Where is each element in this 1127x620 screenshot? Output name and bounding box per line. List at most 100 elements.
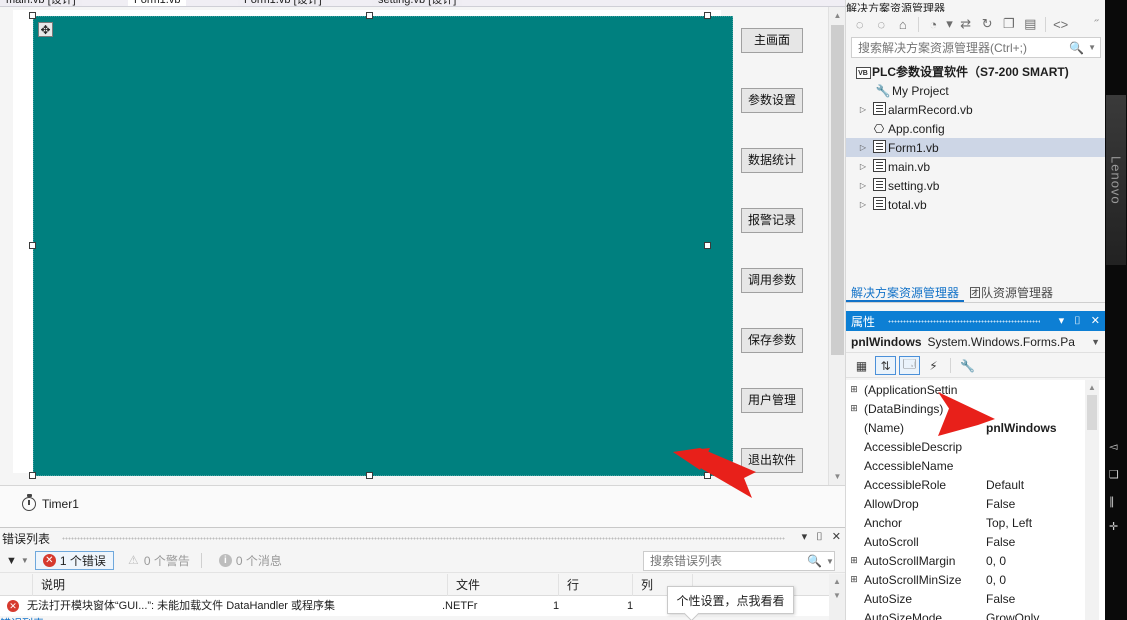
tree-node-setting[interactable]: ▷ setting.vb xyxy=(846,176,1106,195)
editor-tab-3[interactable]: setting.vb [设计] xyxy=(372,0,463,6)
chevron-down-icon[interactable]: ▼ xyxy=(826,557,834,566)
form-button-call-params[interactable]: 调用参数 xyxy=(741,268,803,293)
chevron-down-icon[interactable]: ▾ xyxy=(802,530,808,544)
forward-icon[interactable]: ◌ xyxy=(872,14,892,34)
severity-messages[interactable]: i 0 个消息 xyxy=(212,551,289,570)
tray-item-timer1[interactable]: Timer1 xyxy=(22,494,79,511)
move-handle-icon[interactable]: ✥ xyxy=(38,22,53,37)
form-button-main-screen[interactable]: 主画面 xyxy=(741,28,803,53)
properties-scrollbar[interactable]: ▲ xyxy=(1085,380,1099,620)
expander-icon[interactable]: ⊞ xyxy=(846,384,862,395)
severity-errors[interactable]: ✕ 1 个错误 xyxy=(34,551,114,570)
property-row[interactable]: ⊞ (ApplicationSettin xyxy=(846,380,1106,399)
error-list-col-description[interactable]: 说明 xyxy=(33,573,448,596)
tab-solution-explorer[interactable]: 解决方案资源管理器 xyxy=(846,284,965,302)
overflow-icon[interactable]: ˝ xyxy=(1086,14,1106,34)
error-list-col-icon[interactable] xyxy=(0,573,33,596)
selection-handle-mid-left[interactable] xyxy=(29,242,36,249)
show-all-files-icon[interactable]: <> xyxy=(1051,14,1071,34)
form-button-save-params[interactable]: 保存参数 xyxy=(741,328,803,353)
sync-icon[interactable]: ⇄ xyxy=(956,14,976,34)
search-icon[interactable]: 🔍 xyxy=(1069,41,1084,55)
solution-explorer-search-input[interactable] xyxy=(856,39,1070,56)
selection-handle-bottom-right[interactable] xyxy=(704,472,711,479)
designer-vertical-scrollbar[interactable]: ▲ ▼ xyxy=(828,7,845,485)
error-list-col-file[interactable]: 文件 xyxy=(448,573,559,596)
expander-icon[interactable]: ▷ xyxy=(856,143,870,152)
property-row[interactable]: AutoSizeMode GrowOnly xyxy=(846,608,1106,620)
collapse-all-icon[interactable]: ❐ xyxy=(999,14,1019,34)
property-row[interactable]: AccessibleName xyxy=(846,456,1106,475)
scrollbar-thumb[interactable] xyxy=(831,25,844,355)
selection-handle-mid-right[interactable] xyxy=(704,242,711,249)
selection-handle-bottom-center[interactable] xyxy=(366,472,373,479)
property-row[interactable]: Anchor Top, Left xyxy=(846,513,1106,532)
chevron-down-icon[interactable]: ▾ xyxy=(945,14,954,34)
form-button-user-manage[interactable]: 用户管理 xyxy=(741,388,803,413)
tree-node-main[interactable]: ▷ main.vb xyxy=(846,157,1106,176)
search-icon[interactable]: 🔍 xyxy=(807,554,822,568)
form-button-data-stats[interactable]: 数据统计 xyxy=(741,148,803,173)
pin-icon[interactable]: ⌷ xyxy=(1074,314,1081,328)
property-row-name[interactable]: (Name) pnlWindows xyxy=(846,418,1106,437)
scroll-up-icon[interactable]: ▲ xyxy=(829,574,845,588)
form-button-alarm-record[interactable]: 报警记录 xyxy=(741,208,803,233)
scroll-down-icon[interactable]: ▼ xyxy=(829,588,845,602)
property-row[interactable]: AutoScroll False xyxy=(846,532,1106,551)
property-row[interactable]: AllowDrop False xyxy=(846,494,1106,513)
form-designer-surface[interactable]: ✥ 主画面 参数设置 数据统计 报警记录 调用参数 保存参数 用户管理 退出软件 xyxy=(0,7,845,485)
solution-explorer-tree[interactable]: VB PLC参数设置软件（S7-200 SMART) 🔧 My Project … xyxy=(846,62,1106,282)
editor-tab-0[interactable]: main.vb [设计] xyxy=(0,0,82,6)
tree-node-appconfig[interactable]: ⎔ App.config xyxy=(846,119,1106,138)
property-row[interactable]: ⊞ AutoScrollMargin 0, 0 xyxy=(846,551,1106,570)
chevron-down-icon[interactable]: ▼ xyxy=(1091,337,1100,347)
error-list-search[interactable]: 🔍 ▼ xyxy=(643,551,835,571)
expander-icon[interactable]: ▷ xyxy=(856,181,870,190)
close-icon[interactable]: ✕ xyxy=(1091,314,1100,328)
categorized-icon[interactable]: ▦ xyxy=(851,356,872,375)
properties-icon[interactable]: 🗔 xyxy=(899,356,920,375)
expander-icon[interactable]: ⊞ xyxy=(846,574,862,585)
events-icon[interactable]: ⚡ xyxy=(923,356,944,375)
form-canvas[interactable]: ✥ 主画面 参数设置 数据统计 报警记录 调用参数 保存参数 用户管理 退出软件 xyxy=(13,10,803,479)
editor-tab-2[interactable]: Form1.vb [设计] xyxy=(238,0,328,6)
properties-object-selector[interactable]: pnlWindows System.Windows.Forms.Pa ▼ xyxy=(846,331,1106,353)
scroll-up-icon[interactable]: ▲ xyxy=(1085,380,1099,394)
property-row[interactable]: ⊞ (DataBindings) xyxy=(846,399,1106,418)
expander-icon[interactable]: ▷ xyxy=(856,162,870,171)
tree-node-my-project[interactable]: 🔧 My Project xyxy=(846,81,1106,100)
form-button-exit[interactable]: 退出软件 xyxy=(741,448,803,473)
expander-icon[interactable]: ⊞ xyxy=(846,555,862,566)
property-row[interactable]: ⊞ AutoScrollMinSize 0, 0 xyxy=(846,570,1106,589)
panel-pnlwindows[interactable] xyxy=(33,16,733,476)
close-icon[interactable]: ✕ xyxy=(832,530,841,544)
back-icon[interactable]: ◌ xyxy=(850,14,870,34)
error-list-scrollbar[interactable]: ▲ ▼ xyxy=(829,574,845,620)
scroll-up-icon[interactable]: ▲ xyxy=(829,7,846,24)
tree-node-alarmrecord[interactable]: ▷ alarmRecord.vb xyxy=(846,100,1106,119)
selection-handle-top-left[interactable] xyxy=(29,12,36,19)
property-row[interactable]: AccessibleDescrip xyxy=(846,437,1106,456)
properties-icon[interactable]: ▤ xyxy=(1020,14,1040,34)
home-icon[interactable]: ⌂ xyxy=(893,14,913,34)
selection-handle-top-right[interactable] xyxy=(704,12,711,19)
scroll-down-icon[interactable]: ▼ xyxy=(829,468,846,485)
expander-icon[interactable]: ▷ xyxy=(856,200,870,209)
scrollbar-thumb[interactable] xyxy=(1087,395,1097,430)
selection-handle-bottom-left[interactable] xyxy=(29,472,36,479)
property-row[interactable]: AutoSize False xyxy=(846,589,1106,608)
property-pages-icon[interactable]: 🔧 xyxy=(957,356,978,375)
component-tray[interactable]: Timer1 xyxy=(0,485,845,528)
form-button-param-setting[interactable]: 参数设置 xyxy=(741,88,803,113)
funnel-icon[interactable]: ▼ xyxy=(6,555,17,567)
refresh-icon[interactable]: ↻ xyxy=(977,14,997,34)
severity-warnings[interactable]: ⚠ 0 个警告 xyxy=(120,551,197,570)
property-row[interactable]: AccessibleRole Default xyxy=(846,475,1106,494)
selection-handle-top-center[interactable] xyxy=(366,12,373,19)
expander-icon[interactable]: ▷ xyxy=(856,105,870,114)
tree-node-project[interactable]: VB PLC参数设置软件（S7-200 SMART) xyxy=(846,62,1106,81)
pin-icon[interactable]: ⌷ xyxy=(816,530,823,544)
chevron-down-icon[interactable]: ▼ xyxy=(1088,43,1096,52)
error-list-bottom-tabs[interactable]: 错误列表 xyxy=(0,615,845,620)
expander-icon[interactable]: ⊞ xyxy=(846,403,862,414)
